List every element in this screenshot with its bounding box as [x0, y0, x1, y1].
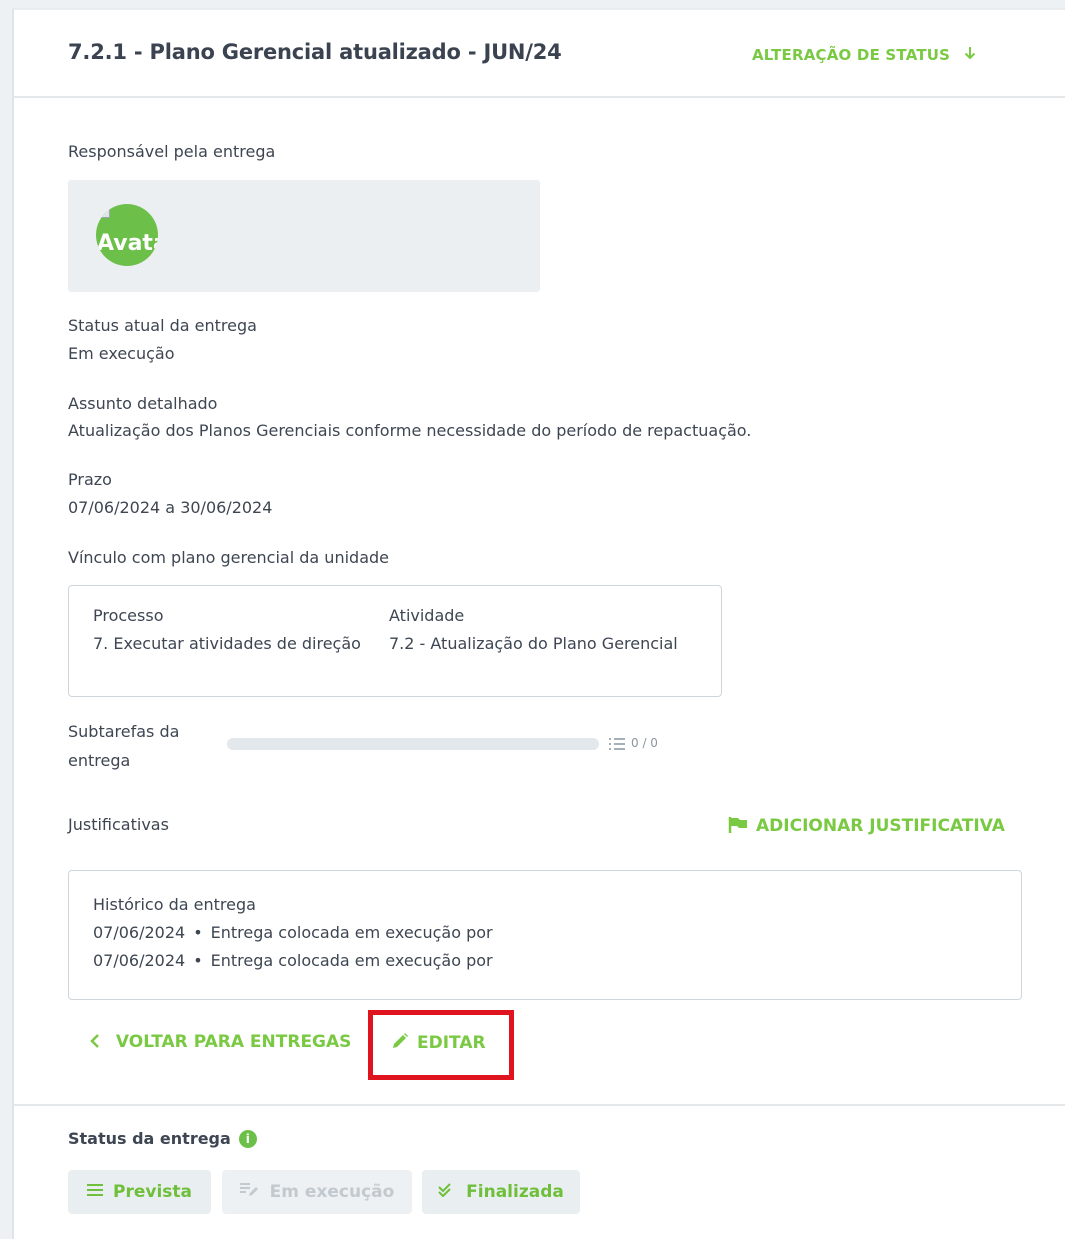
deadline-value: 07/06/2024 a 30/06/2024	[68, 498, 273, 517]
avatar: Avatar	[96, 204, 158, 266]
status-section-title: Status da entrega i	[68, 1129, 257, 1148]
avatar-alt-text: Avatar	[97, 231, 158, 256]
status-section-label: Status da entrega	[68, 1129, 231, 1148]
subject-label: Assunto detalhado	[68, 394, 218, 413]
justifications-label: Justificativas	[68, 815, 169, 834]
separator-dot: •	[193, 923, 203, 942]
history-row: 07/06/2024 • Entrega colocada em execução …	[93, 951, 493, 970]
back-to-deliveries-button[interactable]: VOLTAR PARA ENTREGAS	[90, 1032, 351, 1052]
subtasks-progress-bar	[227, 738, 599, 750]
delivery-card: 7.2.1 - Plano Gerencial atualizado - JUN…	[12, 8, 1065, 1239]
info-icon[interactable]: i	[238, 1130, 257, 1148]
status-change-label: ALTERAÇÃO DE STATUS	[752, 46, 951, 64]
add-justification-label: ADICIONAR JUSTIFICATIVA	[756, 816, 1005, 836]
page-title: 7.2.1 - Plano Gerencial atualizado - JUN…	[68, 40, 562, 64]
activity-value: 7.2 - Atualização do Plano Gerencial	[389, 634, 678, 653]
broken-image-icon	[96, 204, 110, 218]
flag-icon	[728, 817, 747, 833]
section-divider	[14, 1104, 1065, 1106]
arrow-down-icon	[958, 46, 975, 64]
status-label: Status atual da entrega	[68, 316, 257, 335]
list-icon	[87, 1182, 103, 1202]
history-box: Histórico da entrega 07/06/2024 • Entrega …	[68, 870, 1022, 1000]
status-value: Em execução	[68, 344, 175, 363]
status-button-em-execucao: Em execução	[222, 1170, 412, 1214]
deadline-label: Prazo	[68, 470, 112, 489]
pencil-icon	[393, 1033, 408, 1048]
management-plan-link-box: Processo 7. Executar atividades de direç…	[68, 585, 722, 697]
status-button-finalizada[interactable]: Finalizada	[422, 1170, 580, 1214]
edit-button[interactable]: EDITAR	[391, 1032, 486, 1053]
edit-highlight-box: EDITAR	[368, 1010, 514, 1080]
history-date: 07/06/2024	[93, 923, 186, 942]
activity-header: Atividade	[389, 606, 465, 625]
subject-value: Atualização dos Planos Gerenciais confor…	[68, 421, 752, 440]
history-title: Histórico da entrega	[93, 895, 256, 914]
checklist-icon	[609, 737, 625, 750]
status-button-prevista[interactable]: Prevista	[68, 1170, 211, 1214]
edit-label: EDITAR	[417, 1033, 486, 1053]
separator-dot: •	[193, 951, 203, 970]
status-button-label: Finalizada	[466, 1182, 564, 1202]
subtasks-count-text: 0 / 0	[631, 736, 658, 750]
history-row: 07/06/2024 • Entrega colocada em execução …	[93, 923, 493, 942]
link-label: Vínculo com plano gerencial da unidade	[68, 548, 389, 567]
subtasks-count: 0 / 0	[609, 736, 658, 750]
history-date: 07/06/2024	[93, 951, 186, 970]
double-check-icon	[438, 1182, 456, 1202]
responsible-box: Avatar	[68, 180, 540, 292]
card-header: 7.2.1 - Plano Gerencial atualizado - JUN…	[14, 10, 1065, 98]
status-button-label: Prevista	[113, 1182, 192, 1202]
add-justification-button[interactable]: ADICIONAR JUSTIFICATIVA	[728, 816, 1005, 836]
status-button-label: Em execução	[269, 1182, 395, 1202]
status-change-button[interactable]: ALTERAÇÃO DE STATUS	[752, 46, 976, 64]
process-header: Processo	[93, 606, 164, 625]
history-text: Entrega colocada em execução por	[210, 923, 493, 942]
chevron-left-icon	[90, 1032, 116, 1052]
subtasks-label: Subtarefas da entrega	[68, 722, 180, 770]
process-value: 7. Executar atividades de direção	[93, 634, 361, 653]
back-label: VOLTAR PARA ENTREGAS	[115, 1032, 352, 1052]
edit-note-icon	[239, 1182, 260, 1203]
responsible-label: Responsável pela entrega	[68, 142, 276, 161]
history-text: Entrega colocada em execução por	[210, 951, 493, 970]
